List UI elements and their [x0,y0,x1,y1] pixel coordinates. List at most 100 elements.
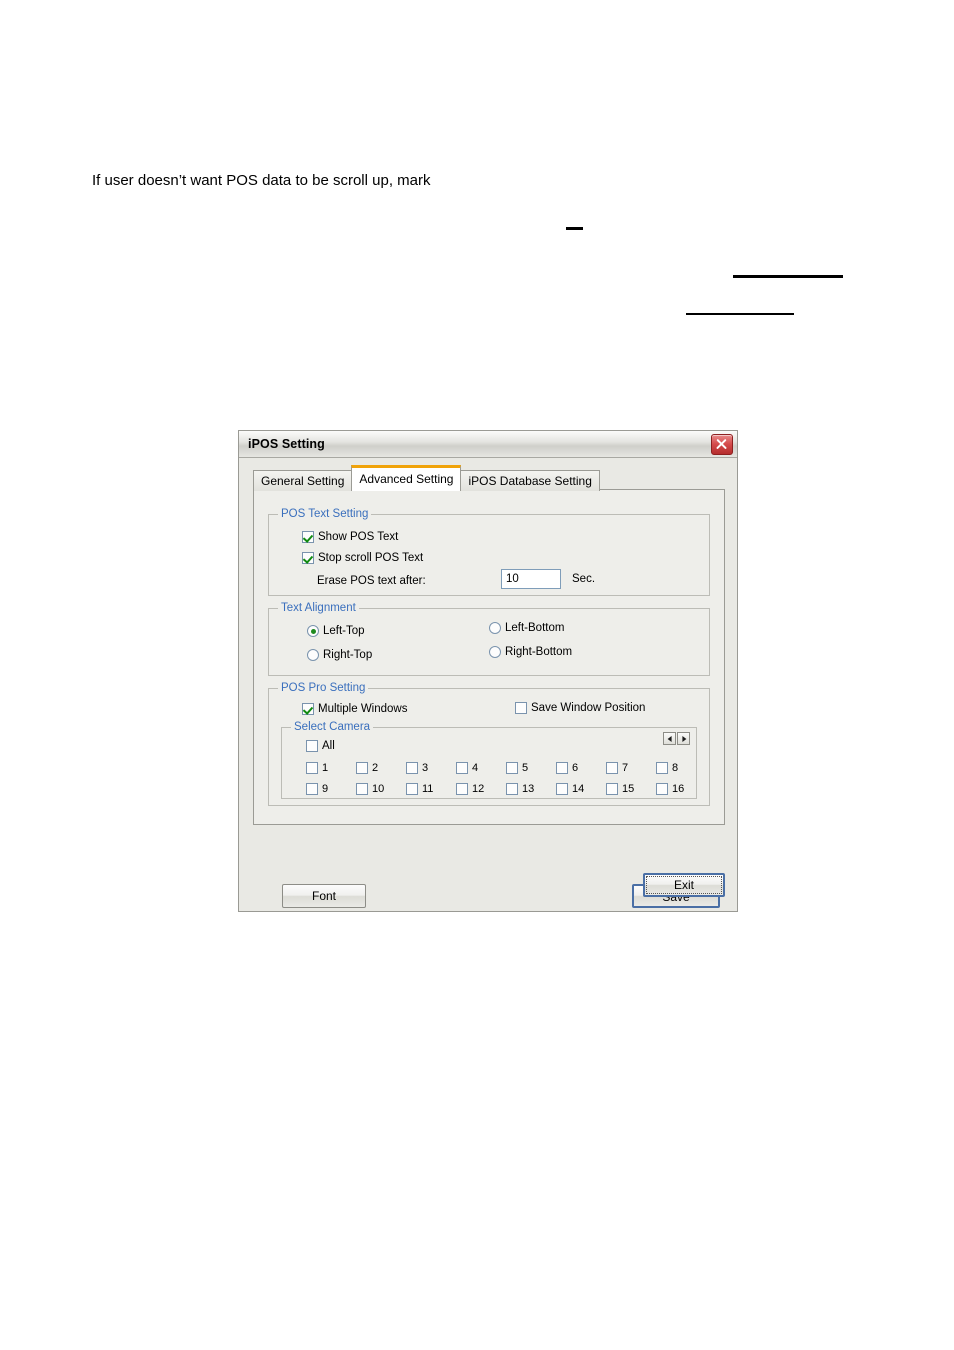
tab-general-setting[interactable]: General Setting [253,470,353,491]
checkbox-save-window-position[interactable]: Save Window Position [515,702,645,714]
checkbox-show-pos-text[interactable]: Show POS Text [302,531,398,543]
checkbox-camera-1[interactable]: 1 [306,762,328,774]
exit-button[interactable]: Exit [643,873,725,897]
radio-label: Right-Top [323,649,373,661]
checkbox-camera-12[interactable]: 12 [456,783,484,795]
checkbox-box [515,702,527,714]
tab-label: General Setting [261,474,345,488]
checkbox-box [656,783,668,795]
erase-pos-text-after-label: Erase POS text after: [317,575,426,587]
checkbox-box [506,783,518,795]
checkbox-stop-scroll-pos-text[interactable]: Stop scroll POS Text [302,552,423,564]
checkbox-camera-2[interactable]: 2 [356,762,378,774]
checkbox-camera-7[interactable]: 7 [606,762,628,774]
select-camera-group: Select Camera All 12345678 9 10 11 12 13 14 15… [281,721,697,799]
checkbox-camera-16[interactable]: 16 [656,783,684,795]
erase-seconds-input[interactable]: 10 [501,569,561,589]
font-button[interactable]: Font [282,884,366,908]
checkbox-box [506,762,518,774]
select-camera-title: Select Camera [291,721,374,733]
dialog-titlebar: iPOS Setting [239,431,737,458]
exit-button-label: Exit [673,878,694,892]
radio-left-top[interactable]: Left-Top [307,625,365,637]
seconds-unit-label: Sec. [572,573,596,585]
checkbox-label: Multiple Windows [318,703,408,715]
checkbox-label: Stop scroll POS Text [318,552,424,564]
checkbox-camera-13[interactable]: 13 [506,783,534,795]
arrow-right-icon[interactable] [677,732,690,745]
close-icon[interactable] [711,434,733,455]
camera-page-spinner [663,732,690,745]
checkbox-camera-4[interactable]: 4 [456,762,478,774]
checkbox-label: 6 [572,762,579,774]
checkbox-box [306,783,318,795]
tab-label: iPOS Database Setting [468,474,592,488]
tab-ipos-database-setting[interactable]: iPOS Database Setting [460,470,600,491]
checkbox-box [406,783,418,795]
checkbox-camera-14[interactable]: 14 [556,783,584,795]
checkbox-label: 3 [422,762,429,774]
checkbox-camera-8[interactable]: 8 [656,762,678,774]
arrow-left-icon[interactable] [663,732,676,745]
checkbox-label: Show POS Text [318,531,399,543]
radio-circle [307,625,319,637]
checkbox-box [302,703,314,715]
radio-circle [307,649,319,661]
checkbox-label: All [322,740,335,752]
checkbox-box [302,531,314,543]
checkbox-label: 2 [372,762,379,774]
text-alignment-title: Text Alignment [278,602,359,614]
document-paragraph: If user doesn’t want POS data to be scro… [92,172,431,189]
checkbox-label: 10 [372,783,385,795]
radio-circle [489,646,501,658]
checkbox-box [306,762,318,774]
checkbox-camera-15[interactable]: 15 [606,783,634,795]
checkbox-box [302,552,314,564]
checkbox-box [406,762,418,774]
radio-left-bottom[interactable]: Left-Bottom [489,622,564,634]
checkbox-label: 7 [622,762,629,774]
pos-pro-setting-title: POS Pro Setting [278,682,369,694]
checkbox-label: 13 [522,783,535,795]
text-alignment-group: Text Alignment Left-Top Right-Top Left-B… [268,602,710,676]
advanced-setting-panel: POS Text Setting Show POS Text Stop scro… [253,489,725,908]
checkbox-box [556,783,568,795]
pos-pro-setting-group: POS Pro Setting Multiple Windows Save Wi… [268,682,710,806]
checkbox-camera-5[interactable]: 5 [506,762,528,774]
radio-label: Left-Top [323,625,365,637]
checkbox-label: 9 [322,783,329,795]
checkbox-label: 8 [672,762,679,774]
checkbox-label: 4 [472,762,479,774]
checkbox-camera-11[interactable]: 11 [406,783,433,795]
checkbox-camera-9[interactable]: 9 [306,783,328,795]
checkbox-box [356,762,368,774]
radio-right-bottom[interactable]: Right-Bottom [489,646,572,658]
checkbox-label: 1 [322,762,329,774]
tab-label: Advanced Setting [359,472,454,486]
checkbox-label: 16 [672,783,685,795]
radio-label: Left-Bottom [505,622,565,634]
checkbox-label: 12 [472,783,485,795]
checkbox-multiple-windows[interactable]: Multiple Windows [302,703,407,715]
checkbox-camera-3[interactable]: 3 [406,762,428,774]
checkbox-camera-all[interactable]: All [306,740,335,752]
checkbox-box [356,783,368,795]
checkbox-box [306,740,318,752]
checkbox-label: 11 [422,783,434,795]
checkbox-label: 14 [572,783,585,795]
radio-right-top[interactable]: Right-Top [307,649,372,661]
document-underline-rule-1 [733,275,843,278]
checkbox-label: Save Window Position [531,702,646,714]
pos-text-setting-title: POS Text Setting [278,508,372,520]
tab-strip: General Setting Advanced Setting iPOS Da… [253,465,600,491]
checkbox-box [556,762,568,774]
radio-label: Right-Bottom [505,646,573,658]
checkbox-camera-10[interactable]: 10 [356,783,384,795]
checkbox-camera-6[interactable]: 6 [556,762,578,774]
radio-circle [489,622,501,634]
checkbox-label: 15 [622,783,635,795]
checkbox-label: 5 [522,762,529,774]
checkbox-box [606,762,618,774]
dialog-title: iPOS Setting [248,437,325,451]
tab-advanced-setting[interactable]: Advanced Setting [351,465,462,491]
